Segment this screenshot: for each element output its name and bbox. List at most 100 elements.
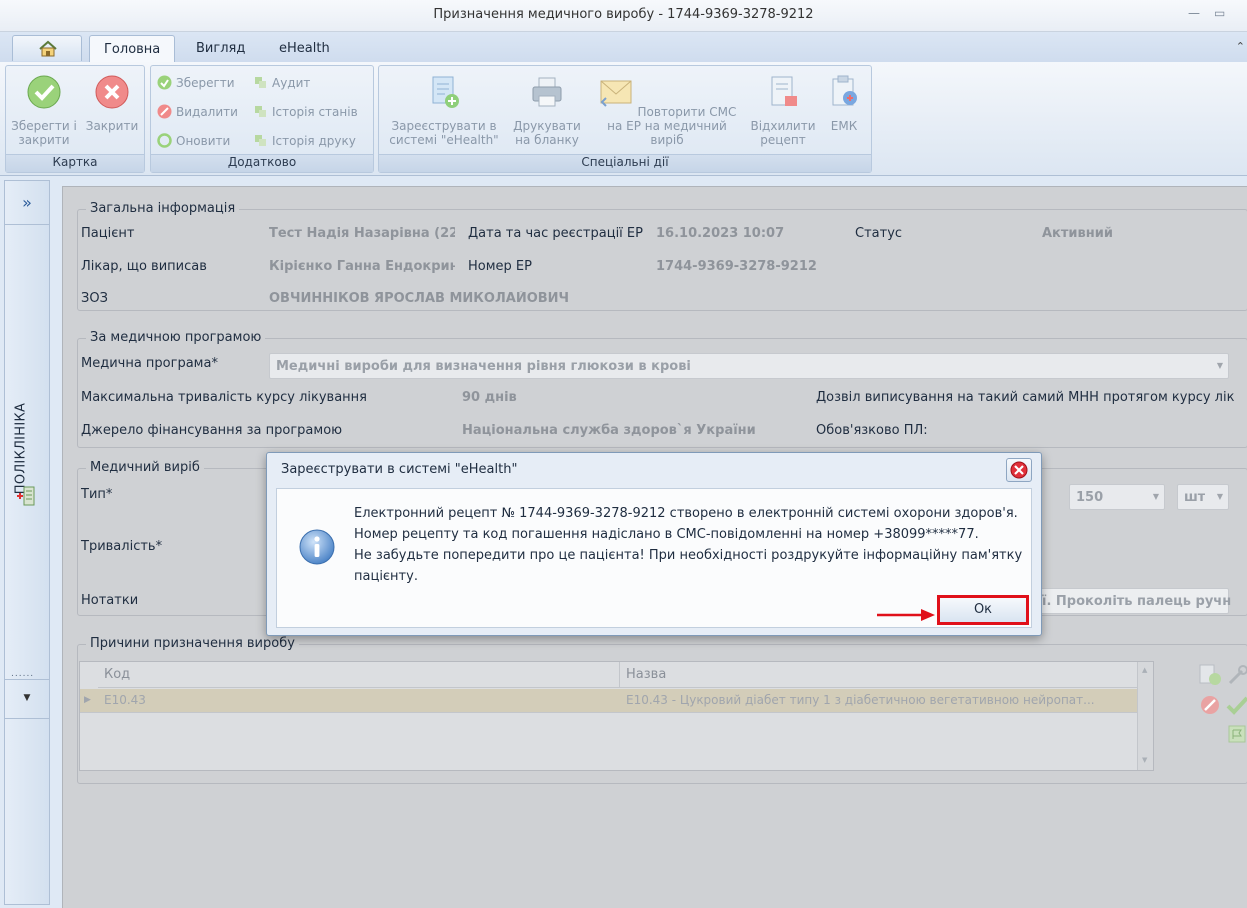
- chevron-down-icon: ▼: [1152, 492, 1159, 501]
- dialog-message-line: Номер рецепту та код погашення надіслано…: [354, 527, 979, 542]
- home-button[interactable]: [12, 35, 82, 61]
- ep-number-label: Номер ЕР: [468, 259, 532, 274]
- dialog-close-button[interactable]: [1006, 458, 1032, 482]
- reasons-legend: Причини призначення виробу: [86, 636, 299, 651]
- ep-number-value: 1744-9369-3278-9212: [656, 259, 817, 274]
- minimize-icon[interactable]: —: [1188, 6, 1200, 20]
- close-icon: [1010, 461, 1028, 479]
- ribbon-group-card: Зберегти і закрити Закрити Картка: [5, 65, 145, 173]
- delete-button[interactable]: Видалити: [157, 103, 238, 121]
- print-form-button[interactable]: Друкувати на бланку: [507, 74, 587, 147]
- column-header-code[interactable]: Код: [98, 662, 620, 688]
- refresh-icon: [157, 133, 172, 148]
- dialog-message-line: Електронний рецепт № 1744-9369-3278-9212…: [354, 506, 1018, 521]
- doctor-value: Кірієнко Ганна Ендокринс: [269, 259, 455, 274]
- ok-button[interactable]: Ок: [937, 595, 1029, 625]
- flag-icon[interactable]: [1225, 723, 1247, 747]
- ribbon-group-card-caption: Картка: [6, 154, 144, 172]
- close-button[interactable]: Закрити: [80, 74, 144, 133]
- ribbon: Зберегти і закрити Закрити Картка Зберег…: [0, 62, 1247, 176]
- register-ehealth-label: Зареєструвати в системі "eHealth": [389, 119, 499, 147]
- row-indicator-icon: ▶: [84, 695, 91, 705]
- column-header-name[interactable]: Назва: [620, 662, 1138, 688]
- confirm-row-icon[interactable]: [1225, 693, 1247, 717]
- register-ehealth-button[interactable]: Зареєструвати в системі "eHealth": [383, 74, 505, 147]
- unit-select[interactable]: шт ▼: [1177, 484, 1229, 510]
- patient-label: Пацієнт: [81, 226, 135, 241]
- scroll-down-icon[interactable]: ▼: [1142, 756, 1147, 764]
- audit-label: Аудит: [272, 76, 311, 90]
- add-row-icon[interactable]: [1197, 663, 1223, 687]
- status-history-button[interactable]: Історія станів: [253, 103, 358, 121]
- grid-side-toolbar: [1193, 661, 1247, 761]
- tab-ehealth[interactable]: eHealth: [265, 35, 344, 62]
- ribbon-group-special: Зареєструвати в системі "eHealth" Друкув…: [378, 65, 872, 173]
- home-icon: [39, 40, 57, 57]
- sidebar-item-label: ПОЛІКЛІНІКА: [13, 402, 29, 495]
- type-label: Тип*: [81, 487, 113, 502]
- patient-value: Тест Надія Назарівна (22.(: [269, 226, 455, 241]
- repeat-sms-label: Повторити СМС на ЕР на медичний виріб: [607, 105, 737, 147]
- settings-wrench-icon[interactable]: [1225, 663, 1247, 687]
- tab-home[interactable]: Головна: [89, 35, 176, 62]
- quantity-value: 150: [1076, 490, 1104, 505]
- save-close-button[interactable]: Зберегти і закрити: [10, 74, 78, 147]
- title-bar: Призначення медичного виробу - 1744-9369…: [0, 0, 1247, 32]
- reject-prescription-button[interactable]: Відхилити рецепт: [745, 74, 821, 147]
- document-reject-icon: [771, 76, 797, 106]
- delete-icon: [157, 104, 172, 119]
- general-info-legend: Загальна інформація: [86, 201, 240, 216]
- duration-label: Тривалість*: [81, 539, 163, 554]
- clinic-icon: [17, 486, 35, 506]
- print-form-label: Друкувати на бланку: [513, 119, 581, 147]
- mandatory-label: Обов'язково ПЛ:: [816, 423, 928, 438]
- refresh-button[interactable]: Оновити: [157, 132, 230, 150]
- document-add-icon: [432, 76, 459, 108]
- funding-value: Національна служба здоров`я України: [462, 423, 756, 438]
- reason-code-cell: E10.43: [104, 693, 146, 707]
- maximize-icon[interactable]: ▭: [1214, 6, 1225, 20]
- tab-view[interactable]: Вигляд: [182, 35, 259, 62]
- reject-prescription-label: Відхилити рецепт: [750, 119, 816, 147]
- notes-value: ї. Проколіть палець ручн: [1042, 594, 1232, 609]
- emk-label: ЕМК: [830, 119, 858, 133]
- ehealth-register-dialog: Зареєструвати в системі "eHealth" Електр…: [266, 452, 1042, 636]
- save-button[interactable]: Зберегти: [157, 74, 235, 92]
- delete-row-icon[interactable]: [1197, 693, 1223, 717]
- envelope-icon: [600, 80, 632, 107]
- status-value: Активний: [1042, 226, 1113, 241]
- sidebar-dropdown-icon[interactable]: ▼: [5, 679, 49, 719]
- program-select[interactable]: Медичні вироби для визначення рівня глюк…: [269, 353, 1229, 379]
- max-duration-label: Максимальна тривалість курсу лікування: [81, 390, 367, 405]
- refresh-label: Оновити: [176, 134, 231, 148]
- emk-button[interactable]: ЕМК: [821, 74, 867, 133]
- general-info-section: Загальна інформація Пацієнт Тест Надія Н…: [77, 201, 1247, 311]
- navigation-sidebar: » ПОЛІКЛІНІКА ...... ▼: [4, 180, 50, 905]
- annotation-arrow-icon: [877, 609, 935, 621]
- dialog-title: Зареєструвати в системі "eHealth": [281, 462, 518, 477]
- printer-icon: [532, 77, 562, 107]
- expand-sidebar-icon[interactable]: »: [5, 181, 49, 225]
- print-history-button[interactable]: Історія друку: [253, 132, 356, 150]
- audit-button[interactable]: Аудит: [253, 74, 310, 92]
- dialog-body: Електронний рецепт № 1744-9369-3278-9212…: [276, 488, 1032, 628]
- funding-label: Джерело фінансування за програмою: [81, 423, 343, 438]
- collapse-ribbon-icon[interactable]: ⌃: [1236, 40, 1245, 53]
- max-duration-value: 90 днів: [462, 390, 517, 405]
- quantity-select[interactable]: 150 ▼: [1069, 484, 1165, 510]
- dialog-message-line: Не забудьте попередити про це пацієнта! …: [354, 548, 1023, 563]
- permit-label: Дозвіл виписування на такий самий МНН пр…: [816, 390, 1235, 405]
- table-row[interactable]: ▶ E10.43 E10.43 - Цукровий діабет типу 1…: [80, 689, 1138, 713]
- program-label: Медична програма*: [81, 356, 218, 371]
- scroll-up-icon[interactable]: ▲: [1142, 666, 1147, 674]
- sidebar-splitter[interactable]: ......: [11, 669, 34, 679]
- save-close-label: Зберегти і закрити: [11, 119, 77, 147]
- repeat-sms-button[interactable]: Повторити СМС на ЕР на медичний виріб: [589, 74, 745, 147]
- program-section: За медичною програмою Медична програма* …: [77, 330, 1247, 448]
- print-history-label: Історія друку: [272, 134, 356, 148]
- zoz-label: ЗОЗ: [81, 291, 108, 306]
- grid-scrollbar[interactable]: ▲ ▼: [1137, 662, 1153, 770]
- reasons-grid: Код Назва ▶ E10.43 E10.43 - Цукровий діа…: [79, 661, 1154, 771]
- notes-input[interactable]: ї. Проколіть палець ручн: [1038, 588, 1232, 614]
- ribbon-group-extra-caption: Додатково: [151, 154, 373, 172]
